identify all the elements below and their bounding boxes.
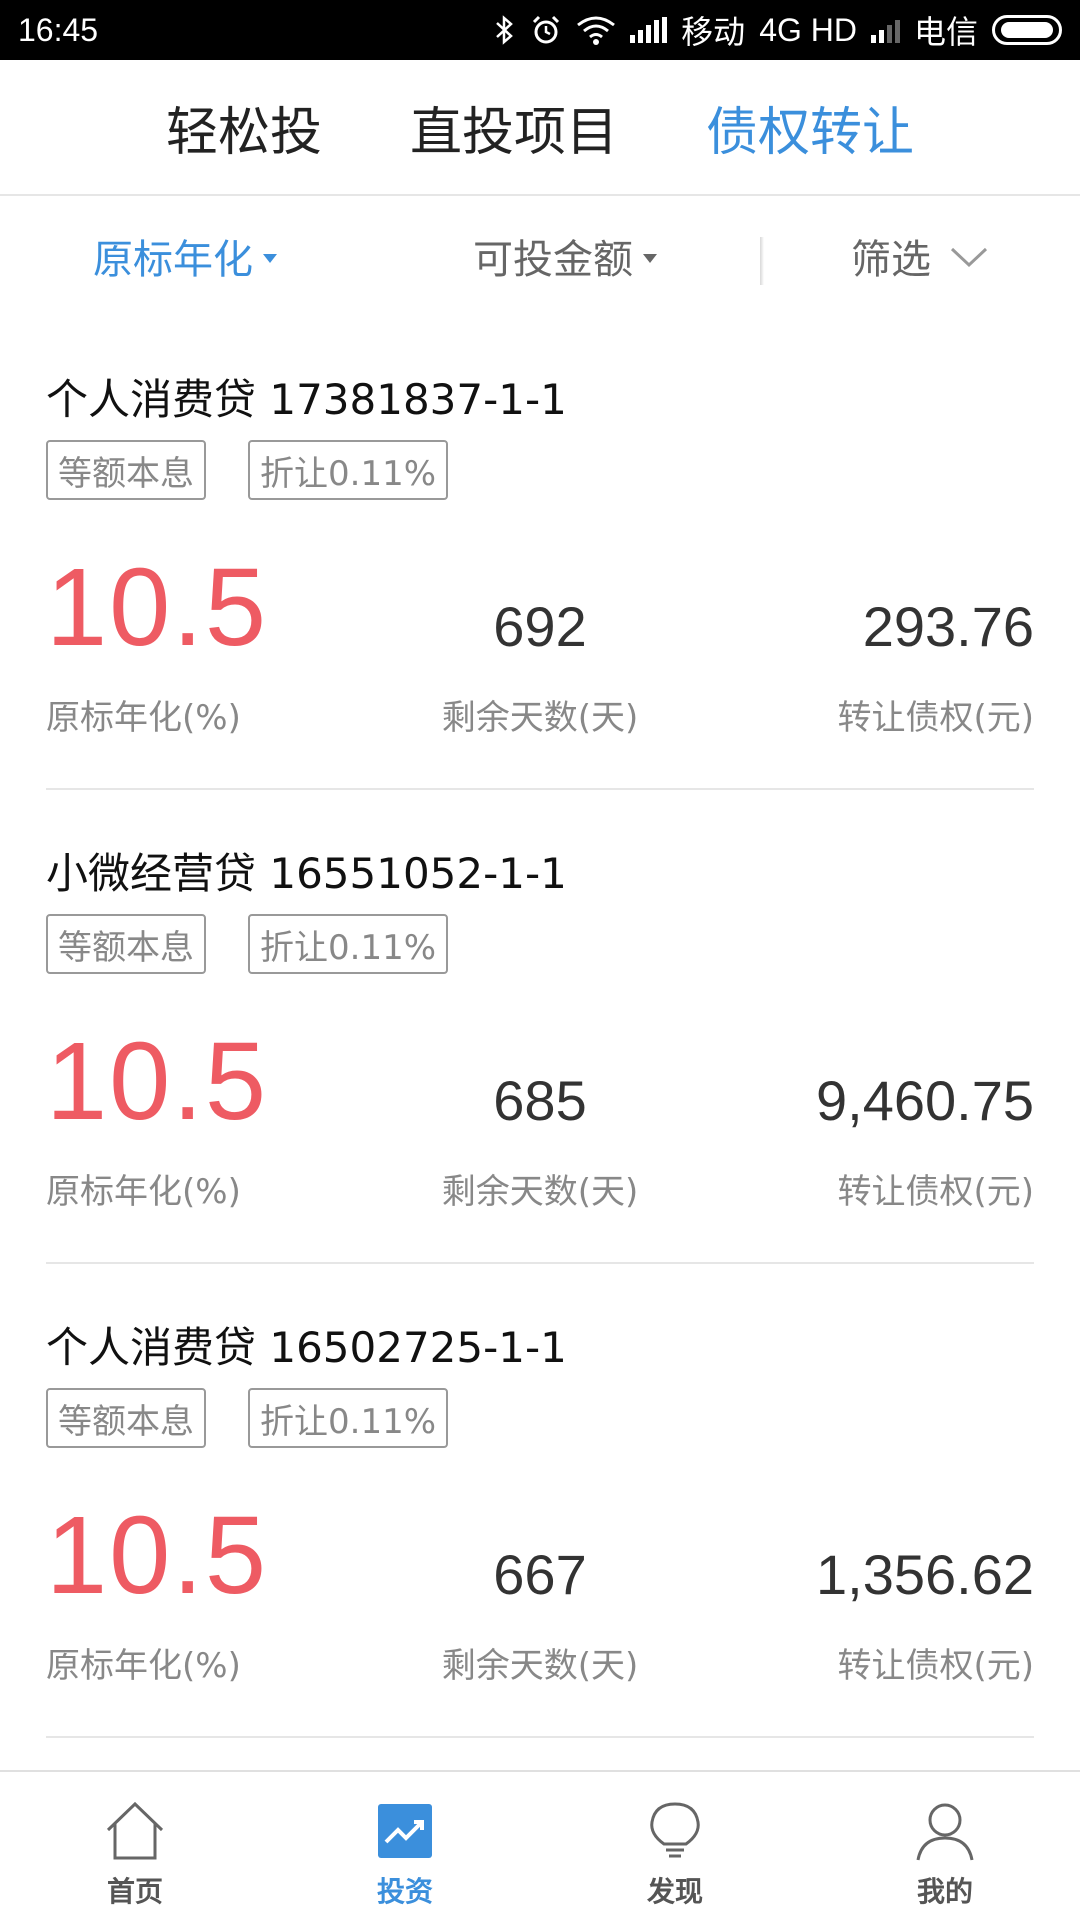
list-item[interactable]: 个人消费贷 17381837-1-1 等额本息 折让0.11% 10.5 692…	[46, 316, 1034, 790]
discount-tag: 折让0.11%	[248, 1388, 449, 1448]
sort-rate-label: 原标年化	[93, 237, 253, 283]
sort-rate-button[interactable]: 原标年化	[0, 227, 370, 285]
caret-down-icon	[643, 253, 657, 263]
bluetooth-icon	[494, 15, 516, 45]
transfer-list: 个人消费贷 17381837-1-1 等额本息 折让0.11% 10.5 692…	[0, 316, 1080, 1738]
nav-home-label: 首页	[106, 1875, 163, 1908]
signal-icon	[870, 17, 900, 43]
transfer-amount-label: 转让债权(元)	[837, 1646, 1034, 1686]
transfer-amount-label: 转让债权(元)	[837, 1172, 1034, 1212]
caret-down-icon	[263, 253, 277, 263]
list-item[interactable]: 个人消费贷 16502725-1-1 等额本息 折让0.11% 10.5 667…	[46, 1264, 1034, 1738]
tab-debt-transfer[interactable]: 债权转让	[662, 90, 958, 165]
home-icon	[106, 1801, 164, 1860]
sort-amount-label: 可投金额	[473, 237, 633, 283]
user-icon	[916, 1803, 974, 1861]
top-tab-bar: 轻松投 直投项目 债权转让	[0, 60, 1080, 196]
status-time: 16:45	[18, 11, 99, 48]
signal-icon	[630, 17, 668, 43]
invest-chart-icon	[378, 1804, 432, 1858]
nav-discover[interactable]: 发现	[540, 1772, 810, 1920]
tab-easy-invest[interactable]: 轻松投	[122, 90, 366, 165]
nav-discover-label: 发现	[646, 1875, 703, 1908]
network-type: 4G HD	[759, 11, 857, 48]
discount-tag: 折让0.11%	[248, 914, 449, 974]
tab-direct-projects[interactable]: 直投项目	[366, 90, 662, 165]
nav-mine[interactable]: 我的	[810, 1772, 1080, 1920]
transfer-amount: 9,460.75	[816, 1069, 1034, 1132]
lightbulb-icon	[650, 1802, 700, 1858]
status-icons: 移动 4G HD 电信	[494, 7, 1062, 53]
nav-mine-label: 我的	[916, 1875, 973, 1908]
repayment-tag: 等额本息	[46, 440, 206, 500]
product-title: 个人消费贷 17381837-1-1	[46, 375, 567, 424]
nav-invest[interactable]: 投资	[270, 1772, 540, 1920]
filter-label: 筛选	[851, 237, 931, 283]
carrier-2: 电信	[913, 14, 978, 50]
discount-tag: 折让0.11%	[248, 440, 449, 500]
battery-icon	[992, 15, 1062, 45]
bottom-nav: 首页 投资 发现 我的	[0, 1770, 1080, 1920]
list-item[interactable]: 小微经营贷 16551052-1-1 等额本息 折让0.11% 10.5 685…	[46, 790, 1034, 1264]
alarm-icon	[530, 14, 562, 46]
filter-button[interactable]: 筛选	[760, 227, 1080, 285]
status-bar: 16:45 移动 4G HD 电信	[0, 0, 1080, 60]
transfer-amount: 293.76	[862, 595, 1034, 658]
nav-invest-label: 投资	[376, 1875, 433, 1908]
carrier-1: 移动	[681, 14, 746, 50]
wifi-icon	[576, 15, 616, 45]
filter-bar: 原标年化 可投金额 筛选	[0, 196, 1080, 316]
product-title: 个人消费贷 16502725-1-1	[46, 1323, 567, 1372]
repayment-tag: 等额本息	[46, 1388, 206, 1448]
transfer-amount-label: 转让债权(元)	[837, 698, 1034, 738]
nav-home[interactable]: 首页	[0, 1772, 270, 1920]
sort-amount-button[interactable]: 可投金额	[370, 227, 760, 285]
repayment-tag: 等额本息	[46, 914, 206, 974]
transfer-amount: 1,356.62	[816, 1543, 1034, 1606]
product-title: 小微经营贷 16551052-1-1	[46, 849, 567, 898]
chevron-down-icon	[950, 247, 988, 268]
